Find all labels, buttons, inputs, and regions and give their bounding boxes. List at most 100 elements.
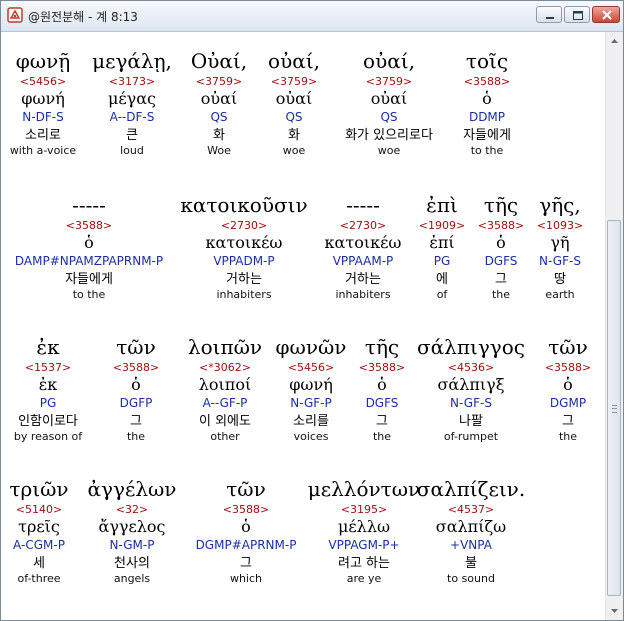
- english-gloss: woe: [282, 144, 306, 157]
- word-column[interactable]: γῆς, <1093> γῆ N-GF-S 땅 earth: [537, 193, 583, 302]
- lexical-form: γῆ: [550, 233, 570, 252]
- word-column[interactable]: οὐαί, <3759> οὐαί QS 화 woe: [268, 49, 320, 158]
- korean-gloss: 땅: [554, 272, 566, 287]
- english-gloss: the: [372, 430, 392, 443]
- english-gloss: by reason of: [13, 430, 83, 443]
- scroll-up-arrow-icon[interactable]: [607, 33, 622, 49]
- parsing-code: VPPAGM-P+: [328, 538, 400, 552]
- greek-word: μεγάλῃ,: [92, 49, 172, 73]
- word-column[interactable]: σάλπιγγος <4536> σάλπιγξ N-GF-S 나팔 of-rumpet: [417, 335, 525, 444]
- strong-number: <3195>: [340, 503, 388, 516]
- strong-number: <1093>: [536, 219, 584, 232]
- strong-number: <3588>: [222, 503, 270, 516]
- lexical-form: λοιποί: [198, 375, 252, 394]
- strong-number: <3759>: [365, 75, 413, 88]
- english-gloss: Woe: [207, 144, 231, 157]
- lexical-form: ὁ: [84, 233, 94, 252]
- strong-number: <3759>: [195, 75, 243, 88]
- lexical-form: φωνή: [289, 375, 333, 394]
- lexical-form: οὐαί: [200, 89, 238, 108]
- parsing-code: N-DF-S: [22, 110, 64, 124]
- strong-number: <3173>: [108, 75, 156, 88]
- parsing-code: A-CGM-P: [13, 538, 65, 552]
- strong-number: <3588>: [477, 219, 525, 232]
- strong-number: <1909>: [418, 219, 466, 232]
- word-column[interactable]: ἐκ <1537> ἐκ PG 인함이로다 by reason of: [14, 335, 82, 444]
- title-bar[interactable]: @원전분해 - 계 8:13: [1, 1, 623, 32]
- lexical-form: ἄγγελος: [98, 517, 166, 536]
- english-gloss: woe: [377, 144, 401, 157]
- english-gloss: to the: [72, 288, 106, 301]
- strong-number: <3588>: [463, 75, 511, 88]
- greek-word: φωνῇ: [15, 49, 71, 73]
- scroll-down-arrow-icon[interactable]: [607, 603, 622, 619]
- word-column[interactable]: ἀγγέλων <32> ἄγγελος N-GM-P 천사의 angels: [88, 477, 177, 586]
- word-column[interactable]: λοιπῶν <*3062> λοιποί A--GF-P 이 외에도 other: [188, 335, 262, 444]
- word-column[interactable]: κατοικοῦσιν <2730> κατοικέω VPPADM-P 거하는 inha…: [180, 193, 307, 302]
- korean-gloss: 소리로: [25, 128, 61, 143]
- window-title: @원전분해 - 계 8:13: [28, 10, 138, 24]
- korean-gloss: 화: [288, 128, 300, 143]
- lexical-form: ὁ: [131, 375, 141, 394]
- lexical-form: ἐκ: [38, 375, 58, 394]
- maximize-button[interactable]: [564, 6, 590, 23]
- english-gloss: the: [558, 430, 578, 443]
- word-column[interactable]: τοῖς <3588> ὁ DDMP 자들에게 to the: [463, 49, 511, 158]
- english-gloss: with a-voice: [9, 144, 77, 157]
- word-column[interactable]: σαλπίζειν. <4537> σαλπίζω +VNPA 불 to sound: [417, 477, 525, 586]
- lexical-form: κατοικέω: [205, 233, 283, 252]
- word-column[interactable]: τῶν <3588> ὁ DGMP#APRNM-P 그 which: [196, 477, 297, 586]
- word-column[interactable]: ----- <3588> ὁ DAMP#NPAMZPAPRNM-P 자들에게 to the: [15, 193, 163, 302]
- word-column[interactable]: φωνῶν <5456> φωνή N-GF-P 소리를 voices: [276, 335, 347, 444]
- word-column[interactable]: τῶν <3588> ὁ DGFP 그 the: [113, 335, 159, 444]
- greek-word: κατοικοῦσιν: [180, 193, 308, 217]
- maximize-icon: [573, 11, 583, 20]
- greek-word: τριῶν: [9, 477, 69, 501]
- korean-gloss: 거하는: [345, 272, 381, 287]
- word-column[interactable]: φωνῇ <5456> φωνή N-DF-S 소리로 with a-voice: [10, 49, 76, 158]
- english-gloss: earth: [545, 288, 575, 301]
- greek-word: τῆς: [483, 193, 519, 217]
- korean-gloss: 나팔: [459, 414, 483, 429]
- parsing-code: DAMP#NPAMZPAPRNM-P: [14, 254, 164, 268]
- parsing-code: N-GF-P: [290, 396, 332, 410]
- english-gloss: angels: [113, 572, 151, 585]
- parsing-code: A--GF-P: [202, 396, 248, 410]
- scrollbar-thumb[interactable]: [607, 220, 621, 596]
- korean-gloss: 인함이로다: [18, 414, 78, 429]
- greek-word: τῶν: [548, 335, 588, 359]
- word-column[interactable]: τριῶν <5140> τρεῖς A-CGM-P 세 of-three: [9, 477, 68, 586]
- greek-word: γῆς,: [539, 193, 581, 217]
- lexical-form: οὐαί: [370, 89, 408, 108]
- word-column[interactable]: μεγάλῃ, <3173> μέγας A--DF-S 큰 loud: [92, 49, 172, 158]
- strong-number: <5456>: [287, 361, 335, 374]
- minimize-button[interactable]: [536, 6, 562, 23]
- close-button[interactable]: [592, 6, 620, 23]
- word-column[interactable]: τῆς <3588> ὁ DGFS 그 the: [478, 193, 524, 302]
- english-gloss: which: [229, 572, 263, 585]
- english-gloss: inhabiters: [216, 288, 272, 301]
- window-controls: [536, 6, 620, 24]
- english-gloss: to the: [470, 144, 504, 157]
- strong-number: <3588>: [544, 361, 592, 374]
- word-column[interactable]: τῆς <3588> ὁ DGFS 그 the: [359, 335, 405, 444]
- parsing-code: PG: [39, 396, 57, 410]
- vertical-scrollbar[interactable]: [605, 32, 623, 620]
- word-column[interactable]: τῶν <3588> ὁ DGMP 그 the: [545, 335, 591, 444]
- korean-gloss: 거하는: [226, 272, 262, 287]
- parsing-code: DGFP: [119, 396, 153, 410]
- word-column[interactable]: Οὐαί, <3759> οὐαί QS 화 Woe: [191, 49, 247, 158]
- english-gloss: to sound: [447, 572, 495, 585]
- greek-word: -----: [72, 193, 106, 217]
- korean-gloss: 자들에게: [463, 128, 511, 143]
- word-column[interactable]: ἐπὶ <1909> ἐπί PG 에 of: [419, 193, 465, 302]
- app-icon: [7, 7, 23, 23]
- strong-number: <2730>: [220, 219, 268, 232]
- greek-word: μελλόντων: [307, 477, 421, 501]
- word-column[interactable]: ----- <2730> κατοικέω VPPAAM-P 거하는 inhabiters: [325, 193, 402, 302]
- lexical-form: μέλλω: [337, 517, 391, 536]
- word-column[interactable]: οὐαί, <3759> οὐαί QS 화가 있으리로다 woe: [345, 49, 433, 158]
- word-column[interactable]: μελλόντων <3195> μέλλω VPPAGM-P+ 려고 하는 are ye: [308, 477, 420, 586]
- english-gloss: of-three: [17, 572, 61, 585]
- lexical-form: σαλπίζω: [435, 517, 507, 536]
